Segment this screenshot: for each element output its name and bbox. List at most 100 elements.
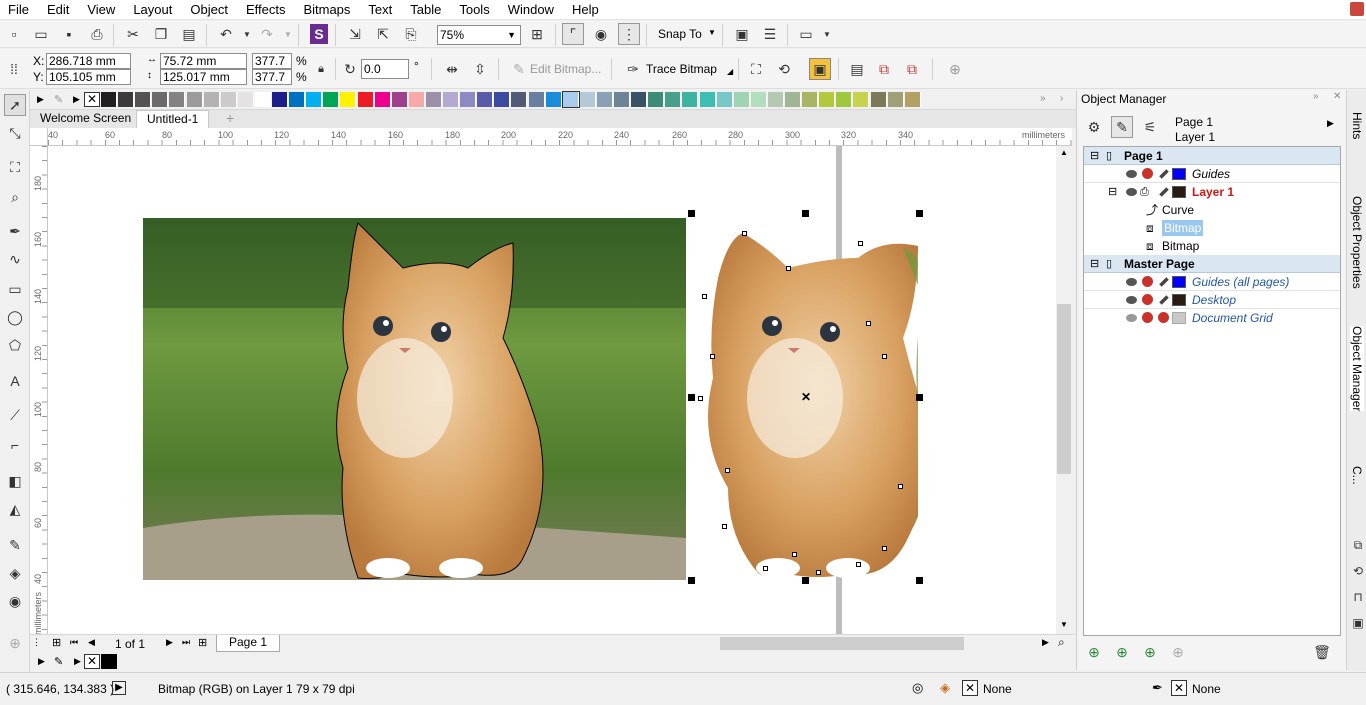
close-document-icon[interactable] <box>1350 2 1364 16</box>
doc-palette-eyedropper-icon[interactable]: ✎ <box>54 655 63 668</box>
palette-eyedropper-icon[interactable]: ✎ <box>54 93 63 106</box>
palette-swatch[interactable] <box>118 92 135 107</box>
layer-color-swatch[interactable] <box>1172 276 1186 288</box>
selection-handle-top-right[interactable] <box>916 210 923 217</box>
path-node[interactable] <box>786 266 791 271</box>
menu-window[interactable]: Window <box>499 0 563 20</box>
corel-connect-icon[interactable]: S <box>310 24 328 44</box>
import-icon[interactable]: ⇲ <box>344 23 366 45</box>
resample-icon[interactable]: ⟲ <box>773 58 795 80</box>
selection-handle-right[interactable] <box>916 394 923 401</box>
palette-swatch[interactable] <box>152 92 169 107</box>
wrap-text-icon[interactable]: ▤ <box>846 58 868 80</box>
horizontal-ruler[interactable]: 40 60 80 100 120 140 160 180 200 220 240… <box>48 128 1072 146</box>
text-tool-icon[interactable]: A <box>4 370 26 392</box>
layer-color-swatch[interactable] <box>1172 186 1186 198</box>
next-page-icon[interactable]: ▶ <box>166 637 173 648</box>
undo-dropdown-icon[interactable]: ▼ <box>236 23 258 45</box>
palette-swatch[interactable] <box>220 92 237 107</box>
path-node[interactable] <box>816 570 821 575</box>
menu-object[interactable]: Object <box>181 0 237 20</box>
path-node[interactable] <box>866 321 871 326</box>
printer-icon[interactable]: ⎙ <box>1140 183 1149 201</box>
rotation-field[interactable]: 0.0 <box>361 59 409 79</box>
menu-help[interactable]: Help <box>563 0 608 20</box>
menu-view[interactable]: View <box>78 0 124 20</box>
color-proof-icon[interactable]: ◎ <box>912 680 923 696</box>
outline-pen-icon[interactable]: ✒ <box>1152 680 1163 696</box>
launcher-dropdown-icon[interactable]: ▼ <box>816 23 838 45</box>
palette-swatch[interactable] <box>477 92 494 107</box>
doc-palette-menu-icon[interactable]: ▶ <box>74 656 81 667</box>
snap-to-dropdown-icon[interactable]: ▼ <box>708 28 716 37</box>
path-node[interactable] <box>725 468 730 473</box>
redo-dropdown-icon[interactable]: ▼ <box>277 23 299 45</box>
palette-scroll-left-icon[interactable]: ▶ <box>37 94 44 105</box>
palette-swatch[interactable] <box>289 92 306 107</box>
selection-handle-bottom-left[interactable] <box>688 577 695 584</box>
paste-icon[interactable]: ▤ <box>178 23 200 45</box>
tree-guides-all-pages[interactable]: Guides (all pages) <box>1084 273 1340 291</box>
edit-icon[interactable] <box>1159 169 1169 179</box>
export-icon[interactable]: ⇱ <box>372 23 394 45</box>
print-disabled-icon[interactable] <box>1142 168 1153 179</box>
path-node[interactable] <box>698 396 703 401</box>
collapse-icon[interactable]: ⊟ <box>1090 147 1099 165</box>
fill-bucket-icon[interactable]: ◈ <box>940 680 950 696</box>
delete-icon[interactable]: 🗑︎ <box>1311 641 1333 663</box>
palette-swatch[interactable] <box>237 92 254 107</box>
application-launcher-icon[interactable]: ▭ <box>795 23 817 45</box>
palette-swatch[interactable] <box>135 92 152 107</box>
fill-none-swatch[interactable]: ✕ <box>962 680 978 696</box>
cut-icon[interactable]: ✂ <box>122 23 144 45</box>
palette-scroll-icon[interactable]: ▶ <box>73 94 80 105</box>
palette-swatch[interactable] <box>545 92 562 107</box>
edit-icon[interactable] <box>1159 277 1169 287</box>
tree-page-1[interactable]: ⊟ ▯ Page 1 <box>1084 147 1340 165</box>
palette-swatch[interactable] <box>648 92 665 107</box>
save-icon[interactable]: ▪ <box>58 23 80 45</box>
palette-swatch[interactable] <box>750 92 767 107</box>
edit-bitmap-button[interactable]: Edit Bitmap... <box>530 62 601 76</box>
palette-swatch[interactable] <box>887 92 904 107</box>
y-position-field[interactable]: 105.105 mm <box>46 69 131 85</box>
shape-tool-icon[interactable]: ⤡ <box>4 122 26 144</box>
collapse-icon[interactable]: ⊟ <box>1108 183 1117 201</box>
edit-icon[interactable] <box>1159 187 1169 197</box>
menu-bitmaps[interactable]: Bitmaps <box>294 0 359 20</box>
vertical-scroll-thumb[interactable] <box>1057 304 1071 474</box>
print-disabled-icon[interactable] <box>1142 312 1153 323</box>
tab-untitled-1[interactable]: Untitled-1 <box>136 110 210 128</box>
visibility-icon[interactable] <box>1126 296 1137 304</box>
selection-handle-bottom-right[interactable] <box>916 577 923 584</box>
smart-fill-icon[interactable]: ◉ <box>4 590 26 612</box>
selection-handle-bottom[interactable] <box>802 577 809 584</box>
layer-manager-view-icon[interactable]: ⚟ <box>1139 116 1161 138</box>
scale-x-field[interactable]: 377.7 <box>252 53 292 69</box>
zoom-level-select[interactable]: 75% ▼ <box>437 25 521 45</box>
freehand-tool-icon[interactable]: ✒ <box>4 220 26 242</box>
original-bitmap[interactable] <box>143 218 686 580</box>
visibility-icon[interactable] <box>1126 188 1137 196</box>
mirror-vertical-icon[interactable]: ⇳ <box>469 58 491 80</box>
print-icon[interactable]: ⎙ <box>86 23 108 45</box>
dock-transform-icon[interactable]: ⟲ <box>1347 560 1366 582</box>
crop-bitmap-icon[interactable]: ⛶ <box>745 58 767 80</box>
ruler-corner[interactable] <box>30 128 48 146</box>
new-master-layer-icon[interactable]: ⊕ <box>1111 641 1133 663</box>
palette-swatch[interactable] <box>870 92 887 107</box>
zoom-tool-icon[interactable]: ⌕ <box>4 186 26 208</box>
interactive-fill-icon[interactable]: ◈ <box>4 562 26 584</box>
visibility-icon[interactable] <box>1126 170 1137 178</box>
bitmap-color-mask-icon[interactable]: ▣ <box>809 58 831 80</box>
redo-icon[interactable]: ↷ <box>256 23 278 45</box>
previous-page-icon[interactable]: ◀ <box>88 637 95 648</box>
path-node[interactable] <box>742 231 747 236</box>
edit-disabled-icon[interactable] <box>1158 312 1169 323</box>
palette-swatch[interactable] <box>904 92 921 107</box>
palette-swatch[interactable] <box>682 92 699 107</box>
palette-swatch[interactable] <box>391 92 408 107</box>
doc-no-color-swatch[interactable]: ✕ <box>84 654 100 669</box>
menu-table[interactable]: Table <box>401 0 450 20</box>
dock-tab-c[interactable]: C... <box>1350 466 1364 485</box>
